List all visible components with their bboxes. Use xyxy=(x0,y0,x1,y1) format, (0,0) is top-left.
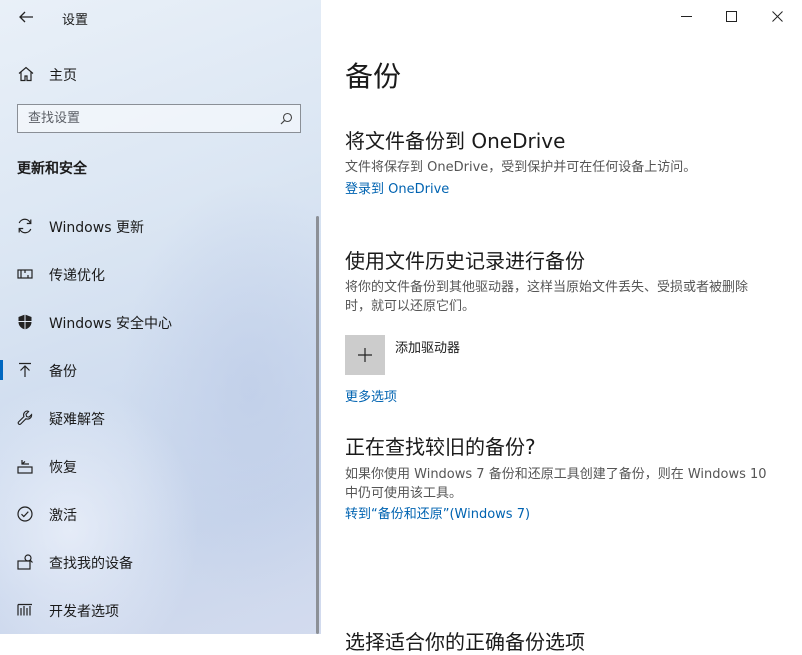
older-backup-description: 如果你使用 Windows 7 备份和还原工具创建了备份，则在 Windows … xyxy=(345,467,767,501)
back-button[interactable] xyxy=(14,6,38,28)
more-options-link[interactable]: 更多选项 xyxy=(345,386,397,405)
search-box[interactable] xyxy=(17,104,301,133)
onedrive-description: 文件将保存到 OneDrive，受到保护并可在任何设备上访问。 xyxy=(345,160,697,175)
back-arrow-icon xyxy=(19,11,33,23)
sidebar-item-label: 备份 xyxy=(49,364,77,380)
wrench-icon xyxy=(17,410,33,425)
activation-check-icon xyxy=(17,506,33,522)
sidebar-item-label: Windows 安全中心 xyxy=(49,316,172,332)
sign-in-onedrive-link[interactable]: 登录到 OneDrive xyxy=(345,178,449,197)
maximize-button[interactable] xyxy=(709,0,755,32)
sidebar-item-recovery[interactable]: 恢复 xyxy=(0,442,321,490)
add-drive-button[interactable] xyxy=(345,335,385,375)
add-drive-label[interactable]: 添加驱动器 xyxy=(395,337,460,356)
sidebar-item-label: 开发者选项 xyxy=(49,604,119,620)
sidebar-item-label: 恢复 xyxy=(49,460,77,476)
sidebar-item-label: 疑难解答 xyxy=(49,412,105,428)
sidebar-item-backup[interactable]: 备份 xyxy=(0,346,321,394)
sidebar-item-find-my-device[interactable]: 查找我的设备 xyxy=(0,538,321,586)
home-icon xyxy=(18,66,34,82)
cut-off-heading: 选择适合你的正确备份选项 xyxy=(345,630,585,654)
sidebar-item-label: 激活 xyxy=(49,508,77,524)
minimize-icon xyxy=(681,16,692,17)
onedrive-heading: 将文件备份到 OneDrive xyxy=(345,129,566,153)
backup-arrow-icon xyxy=(19,362,31,377)
close-button[interactable] xyxy=(755,0,801,32)
older-backup-heading: 正在查找较旧的备份? xyxy=(345,435,536,459)
sidebar-scrollbar[interactable] xyxy=(316,216,319,634)
maximize-icon xyxy=(726,11,737,22)
sidebar-item-home[interactable]: 主页 xyxy=(0,60,321,88)
sidebar-item-activation[interactable]: 激活 xyxy=(0,490,321,538)
sidebar-item-windows-update[interactable]: Windows 更新 xyxy=(0,202,321,250)
sidebar-item-label: 查找我的设备 xyxy=(49,556,133,572)
find-device-icon xyxy=(17,554,33,570)
home-label: 主页 xyxy=(49,68,77,84)
backup-restore-link[interactable]: 转到“备份和还原”(Windows 7) xyxy=(345,503,530,522)
page-title: 备份 xyxy=(345,60,402,93)
file-history-description: 将你的文件备份到其他驱动器，这样当原始文件丢失、受损或者被删除时，就可以还原它们… xyxy=(345,280,749,314)
search-icon[interactable] xyxy=(280,112,293,125)
section-title: 更新和安全 xyxy=(17,161,87,177)
developer-icon xyxy=(17,603,32,616)
sync-icon xyxy=(18,218,32,234)
sidebar-item-label: 传递优化 xyxy=(49,268,105,284)
sidebar-item-label: Windows 更新 xyxy=(49,220,144,236)
sidebar-nav: Windows 更新 传递优化 Windows 安全中心 备份 疑难解答 恢复 … xyxy=(0,202,321,634)
minimize-button[interactable] xyxy=(664,0,710,32)
sidebar-item-developer-options[interactable]: 开发者选项 xyxy=(0,586,321,634)
sidebar-item-delivery-optimization[interactable]: 传递优化 xyxy=(0,250,321,298)
sidebar-item-troubleshoot[interactable]: 疑难解答 xyxy=(0,394,321,442)
search-input[interactable] xyxy=(18,105,278,132)
shield-icon xyxy=(18,314,32,330)
close-icon xyxy=(772,11,783,22)
app-title: 设置 xyxy=(62,13,89,28)
plus-icon xyxy=(358,348,372,362)
file-history-heading: 使用文件历史记录进行备份 xyxy=(345,249,585,273)
sidebar-item-windows-security[interactable]: Windows 安全中心 xyxy=(0,298,321,346)
recovery-icon xyxy=(17,460,33,474)
delivery-optimization-icon xyxy=(17,269,33,279)
sidebar: 设置 主页 更新和安全 Windows 更新 传递优化 xyxy=(0,0,321,634)
